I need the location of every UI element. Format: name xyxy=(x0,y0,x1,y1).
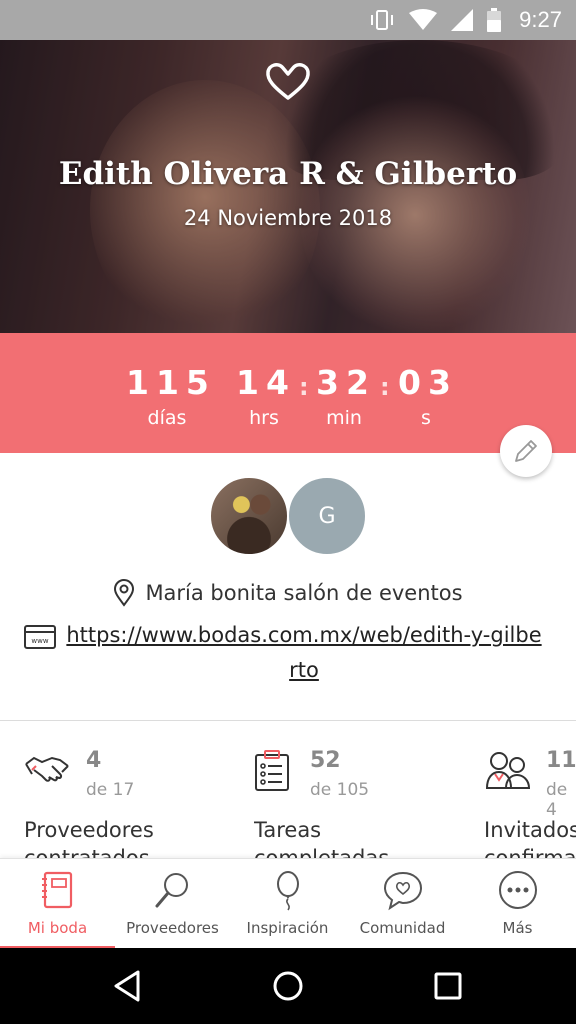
battery-icon xyxy=(487,8,502,32)
stat-tasks[interactable]: 52 de 105 Tareas completadas xyxy=(254,748,484,858)
nav-label: Proveedores xyxy=(126,919,219,937)
stat-count: 4 xyxy=(86,748,102,773)
home-icon[interactable] xyxy=(268,966,308,1006)
nav-label: Inspiración xyxy=(246,919,329,937)
stat-count: 11 xyxy=(546,748,576,773)
stat-label: Invitadosconfirmados xyxy=(484,818,576,858)
svg-text:www: www xyxy=(31,637,48,645)
countdown-days: 115 días xyxy=(126,363,216,433)
countdown-minutes: 32 min xyxy=(316,363,372,433)
stat-total: de 4 xyxy=(546,780,568,820)
countdown-days-label: días xyxy=(147,407,187,429)
pencil-icon xyxy=(515,440,537,462)
wedding-date: 24 Noviembre 2018 xyxy=(183,206,393,230)
stat-vendors[interactable]: 4 de 17 Proveedores contratados xyxy=(24,748,254,858)
countdown-seconds-label: s xyxy=(421,407,431,429)
countdown-minutes-value: 32 xyxy=(316,363,376,402)
more-dots-icon xyxy=(499,871,537,909)
nav-comunidad[interactable]: Comunidad xyxy=(345,859,460,947)
system-navigation-bar xyxy=(0,948,576,1024)
back-icon[interactable] xyxy=(108,966,148,1006)
stat-label: Proveedores contratados xyxy=(24,818,154,858)
countdown-seconds: 03 s xyxy=(398,363,454,433)
avatar-partner[interactable]: G xyxy=(287,476,367,556)
stat-label: Tareas completadas xyxy=(254,818,390,858)
divider xyxy=(0,720,576,721)
stat-total: de 105 xyxy=(310,780,370,800)
handshake-icon xyxy=(25,756,69,782)
countdown-separator: : xyxy=(380,373,390,401)
chat-heart-icon xyxy=(383,871,423,911)
bottom-navigation: Mi boda Proveedores Inspiración Comunida… xyxy=(0,858,576,949)
signal-icon xyxy=(451,9,474,31)
stat-guests[interactable]: 11 de 4 Invitadosconfirmados xyxy=(484,748,576,858)
countdown-hours-value: 14 xyxy=(236,363,296,402)
edit-wedding-button[interactable] xyxy=(500,425,552,477)
vibrate-icon xyxy=(371,10,394,30)
nav-inspiracion[interactable]: Inspiración xyxy=(230,859,345,947)
status-bar: 9:27 xyxy=(0,0,576,40)
status-time: 9:27 xyxy=(519,7,562,32)
countdown-minutes-label: min xyxy=(326,407,362,429)
wifi-icon xyxy=(409,9,438,30)
countdown-days-value: 115 xyxy=(126,363,216,402)
nav-label: Más xyxy=(502,919,533,937)
www-icon: www xyxy=(24,625,56,649)
wedding-countdown: 115 días 14 hrs : 32 min : 03 s xyxy=(0,333,576,453)
countdown-separator: : xyxy=(299,373,309,401)
countdown-seconds-value: 03 xyxy=(398,363,458,402)
nav-proveedores[interactable]: Proveedores xyxy=(115,859,230,947)
website-link[interactable]: https://www.bodas.com.mx/web/edith-y-gil… xyxy=(64,618,544,688)
nav-mas[interactable]: Más xyxy=(460,859,575,947)
avatar-couple-photo[interactable] xyxy=(209,476,289,556)
avatar-initial: G xyxy=(318,503,336,529)
nav-mi-boda[interactable]: Mi boda xyxy=(0,859,115,949)
guests-icon xyxy=(485,752,531,789)
balloon-icon xyxy=(277,871,299,911)
venue-name: María bonita salón de eventos xyxy=(145,581,463,605)
venue-row[interactable]: María bonita salón de eventos xyxy=(0,576,576,610)
countdown-hours: 14 hrs xyxy=(236,363,292,433)
nav-label: Mi boda xyxy=(27,919,88,937)
heart-outline-icon xyxy=(266,63,310,100)
recents-icon[interactable] xyxy=(428,966,468,1006)
magnifier-icon xyxy=(155,873,188,908)
planner-book-icon xyxy=(42,871,73,909)
stat-count: 52 xyxy=(310,748,341,773)
clipboard-list-icon xyxy=(255,750,289,791)
location-pin-icon xyxy=(114,579,135,607)
nav-label: Comunidad xyxy=(359,919,446,937)
couple-names: Edith Olivera R & Gilberto xyxy=(58,156,518,192)
couple-hero-photo: Edith Olivera R & Gilberto 24 Noviembre … xyxy=(0,40,576,333)
countdown-hours-label: hrs xyxy=(249,407,279,429)
stat-total: de 17 xyxy=(86,780,135,800)
